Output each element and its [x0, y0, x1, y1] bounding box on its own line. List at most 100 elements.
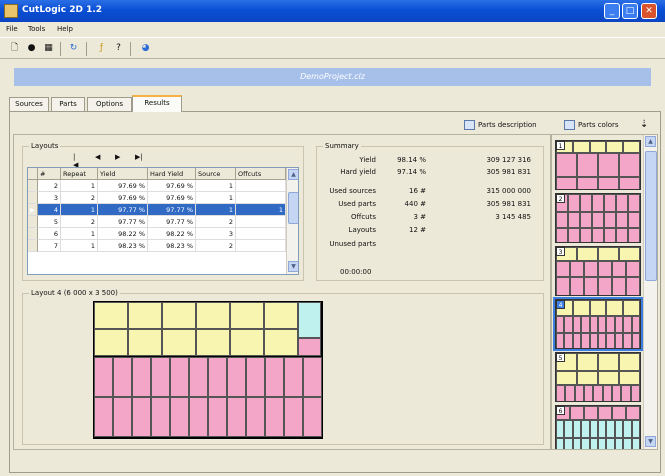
col-header-hard-yield[interactable]: Hard Yield [148, 168, 196, 180]
layout-sheet[interactable] [93, 301, 323, 439]
summary-value: 440 # [404, 200, 426, 208]
tab-results[interactable]: Results [132, 95, 182, 112]
part-piece [132, 357, 151, 397]
web-icon[interactable]: ◕ [139, 42, 152, 55]
part-piece [132, 397, 151, 437]
layouts-table-header: # Repeat Yield Hard Yield Source Offcuts [28, 168, 286, 180]
table-row[interactable]: 5 2 97.77 % 97.77 % 2 [28, 216, 286, 228]
row-indicator [28, 192, 38, 204]
part-piece [162, 302, 196, 329]
part-piece [592, 194, 604, 212]
part-piece [628, 228, 640, 242]
part-piece [577, 247, 598, 261]
refresh-icon[interactable]: ↻ [67, 42, 80, 55]
table-row[interactable]: 3 2 97.69 % 97.69 % 1 [28, 192, 286, 204]
last-layout-button[interactable]: ▶| [135, 153, 143, 161]
layout-thumbnail[interactable]: 6 [555, 405, 641, 449]
part-piece [580, 194, 592, 212]
new-icon[interactable]: 🗋 [8, 42, 21, 55]
part-piece [623, 438, 632, 449]
pin-icon[interactable]: ⇣ [640, 118, 648, 132]
maximize-button[interactable]: □ [622, 3, 638, 19]
part-piece [572, 141, 590, 153]
table-cell: 2 [61, 216, 98, 228]
part-piece [589, 333, 598, 348]
menu-help[interactable]: Help [57, 25, 73, 33]
help-icon[interactable]: ? [112, 42, 125, 55]
calculate-icon[interactable]: ƒ [95, 42, 108, 55]
project-title-banner: DemoProject.clz [14, 68, 651, 86]
tab-parts[interactable]: Parts [51, 97, 85, 111]
thumb-scroll-thumb[interactable] [645, 151, 657, 281]
menu-file[interactable]: File [6, 25, 18, 33]
layouts-table[interactable]: # Repeat Yield Hard Yield Source Offcuts… [27, 167, 299, 275]
col-header-yield[interactable]: Yield [98, 168, 148, 180]
part-piece [598, 247, 619, 261]
next-layout-button[interactable]: ▶ [115, 153, 120, 161]
summary-amount: 3 145 485 [495, 213, 531, 221]
tab-sources[interactable]: Sources [9, 97, 49, 111]
thumbnail-number: 1 [556, 141, 565, 150]
part-piece [581, 333, 590, 348]
col-header-offcuts[interactable]: Offcuts [236, 168, 286, 180]
table-cell: 98.22 % [148, 228, 196, 240]
grid-icon[interactable]: ▦ [42, 42, 55, 55]
prev-layout-button[interactable]: ◀ [95, 153, 100, 161]
table-cell [236, 192, 286, 204]
part-piece [556, 261, 570, 277]
row-indicator [28, 216, 38, 228]
thumb-scroll-down-icon[interactable]: ▼ [645, 436, 656, 447]
part-piece [572, 438, 582, 449]
part-piece [230, 329, 264, 356]
part-piece [556, 277, 570, 295]
summary-value: 16 # [409, 187, 426, 195]
part-piece [616, 228, 628, 242]
layout-thumbnail[interactable]: 2 [555, 193, 641, 243]
part-piece [264, 302, 298, 329]
layout-thumbnail[interactable]: 5 [555, 352, 641, 402]
scroll-up-icon[interactable]: ▲ [288, 169, 298, 180]
thumbnails-scrollbar[interactable]: ▲ ▼ [643, 135, 657, 449]
table-row[interactable]: ▶ 4 1 97.77 % 97.77 % 1 1 [28, 204, 286, 216]
col-header-source[interactable]: Source [196, 168, 236, 180]
part-piece [577, 153, 598, 177]
table-row[interactable]: 2 1 97.69 % 97.69 % 1 [28, 180, 286, 192]
layout-thumbnail[interactable]: 3 [555, 246, 641, 296]
menu-tools[interactable]: Tools [28, 25, 45, 33]
open-icon[interactable]: ● [25, 42, 38, 55]
col-header-repeat[interactable]: Repeat [61, 168, 98, 180]
scroll-down-icon[interactable]: ▼ [288, 261, 298, 272]
thumbnail-number: 6 [556, 406, 565, 415]
table-row[interactable]: 7 1 98.23 % 98.23 % 2 [28, 240, 286, 252]
table-cell: 2 [196, 240, 236, 252]
part-piece [564, 316, 573, 333]
part-piece [614, 420, 624, 438]
table-cell: 98.23 % [98, 240, 148, 252]
tab-options[interactable]: Options [87, 97, 132, 111]
title-bar[interactable]: CutLogic 2D 1.2 _ □ ✕ [0, 0, 665, 22]
summary-amount: 309 127 316 [486, 156, 531, 164]
window-title: CutLogic 2D 1.2 [22, 5, 103, 15]
part-piece [113, 397, 132, 437]
part-piece [598, 371, 619, 385]
layout-thumbnail[interactable]: 1 [555, 140, 641, 190]
layouts-scrollbar[interactable]: ▲ ▼ [286, 168, 298, 274]
close-button[interactable]: ✕ [641, 3, 657, 19]
minimize-button[interactable]: _ [604, 3, 620, 19]
parts-colors-button[interactable]: Parts colors [564, 118, 619, 132]
col-header-number[interactable]: # [38, 168, 61, 180]
parts-description-button[interactable]: Parts description [464, 118, 537, 132]
part-piece [602, 385, 612, 401]
scroll-thumb[interactable] [288, 192, 298, 224]
thumb-scroll-up-icon[interactable]: ▲ [645, 136, 656, 147]
app-icon [4, 4, 18, 18]
part-piece [151, 357, 170, 397]
table-cell: 97.77 % [148, 216, 196, 228]
part-piece [556, 228, 568, 242]
layout-thumbnail[interactable]: 4 [553, 297, 643, 351]
table-cell: 1 [61, 180, 98, 192]
part-piece [303, 357, 322, 397]
table-row[interactable]: 6 1 98.22 % 98.22 % 3 [28, 228, 286, 240]
part-piece [631, 333, 640, 348]
layout-view-legend: Layout 4 (6 000 x 3 500) [29, 289, 120, 297]
